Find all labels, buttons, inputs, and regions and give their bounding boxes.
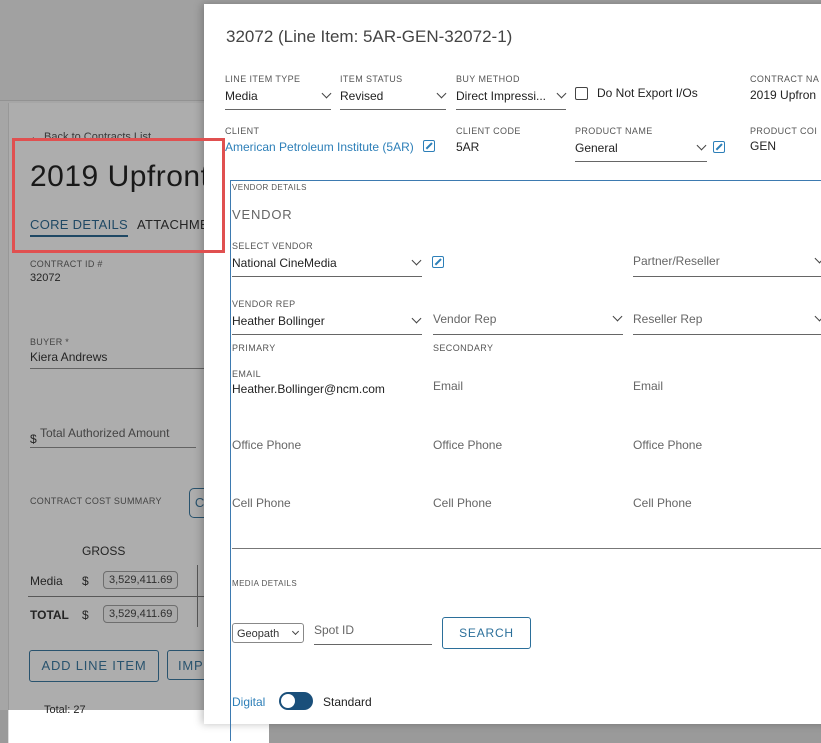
reseller-rep-placeholder: Reseller Rep — [633, 312, 703, 326]
chevron-down-icon — [291, 627, 300, 636]
vendor-section-divider — [232, 548, 821, 549]
open-vendor-external-icon[interactable] — [432, 256, 444, 268]
email-label: EMAIL — [232, 369, 262, 379]
spot-id-input[interactable]: Spot ID — [314, 621, 432, 645]
secondary-cell-phone-field[interactable]: Cell Phone — [433, 496, 492, 510]
client-label: CLIENT — [225, 126, 260, 136]
partner-reseller-placeholder: Partner/Reseller — [633, 254, 720, 268]
client-code-label: CLIENT CODE — [456, 126, 521, 136]
vendor-heading: VENDOR — [232, 207, 293, 222]
select-vendor-value: National CineMedia — [232, 256, 337, 270]
client-link[interactable]: American Petroleum Institute (5AR) — [225, 140, 414, 154]
standard-toggle-label: Standard — [323, 695, 372, 709]
reseller-office-phone-field[interactable]: Office Phone — [633, 438, 702, 452]
item-status-value: Revised — [340, 89, 384, 103]
select-vendor-label: SELECT VENDOR — [232, 241, 314, 251]
highlight-annotation-box — [12, 138, 225, 253]
chevron-down-icon — [411, 255, 422, 266]
product-code-label: PRODUCT COI — [750, 126, 818, 136]
buy-method-value: Direct Impressi... — [456, 89, 547, 103]
primary-cell-phone-field[interactable]: Cell Phone — [232, 496, 291, 510]
chevron-down-icon — [436, 88, 447, 99]
line-item-type-select[interactable]: Media — [225, 87, 332, 110]
do-not-export-label: Do Not Export I/Os — [597, 86, 698, 100]
select-vendor-dropdown[interactable]: National CineMedia — [232, 254, 422, 277]
digital-toggle-label: Digital — [232, 695, 266, 709]
measurement-source-value: Geopath — [237, 628, 280, 640]
chevron-down-icon — [814, 311, 821, 322]
modal-title: 32072 (Line Item: 5AR-GEN-32072-1) — [226, 27, 513, 46]
search-button[interactable]: SEARCH — [442, 617, 531, 649]
contract-name-value: 2019 Upfron — [750, 88, 817, 102]
buy-method-label: BUY METHOD — [456, 74, 520, 84]
secondary-label: SECONDARY — [433, 343, 494, 353]
vendor-details-label: VENDOR DETAILS — [232, 183, 307, 192]
spot-id-placeholder: Spot ID — [314, 623, 355, 637]
open-product-external-icon[interactable] — [713, 141, 725, 153]
chevron-down-icon — [696, 140, 707, 151]
contract-name-label: CONTRACT NA — [750, 74, 820, 84]
measurement-source-select[interactable]: Geopath — [232, 623, 304, 643]
secondary-office-phone-field[interactable]: Office Phone — [433, 438, 502, 452]
product-name-label: PRODUCT NAME — [575, 126, 653, 136]
product-name-value: General — [575, 141, 618, 155]
media-details-label: MEDIA DETAILS — [232, 579, 298, 588]
vendor-rep-select[interactable]: Heather Bollinger — [232, 312, 422, 335]
client-code-value: 5AR — [456, 140, 480, 154]
product-code-value: GEN — [750, 139, 777, 153]
vendor-rep-label: VENDOR REP — [232, 299, 296, 309]
line-item-modal: 32072 (Line Item: 5AR-GEN-32072-1) LINE … — [204, 4, 821, 741]
primary-office-phone-field[interactable]: Office Phone — [232, 438, 301, 452]
reseller-cell-phone-field[interactable]: Cell Phone — [633, 496, 692, 510]
primary-email-field[interactable]: Heather.Bollinger@ncm.com — [232, 382, 385, 396]
item-status-select[interactable]: Revised — [340, 87, 447, 110]
reseller-rep-select[interactable]: Reseller Rep — [633, 310, 821, 335]
chevron-down-icon — [411, 313, 422, 324]
vendor-rep-value: Heather Bollinger — [232, 314, 325, 328]
item-status-label: ITEM STATUS — [340, 74, 403, 84]
chevron-down-icon — [321, 88, 332, 99]
partner-reseller-select[interactable]: Partner/Reseller — [633, 252, 821, 277]
product-name-select[interactable]: General — [575, 139, 707, 162]
do-not-export-checkbox[interactable] — [575, 87, 588, 100]
secondary-vendor-rep-placeholder: Vendor Rep — [433, 312, 497, 326]
buy-method-select[interactable]: Direct Impressi... — [456, 87, 567, 110]
chevron-down-icon — [556, 88, 567, 99]
secondary-vendor-rep-select[interactable]: Vendor Rep — [433, 310, 623, 335]
line-item-type-value: Media — [225, 89, 258, 103]
open-client-external-icon[interactable] — [423, 140, 435, 152]
primary-label: PRIMARY — [232, 343, 276, 353]
secondary-email-field[interactable]: Email — [433, 379, 463, 393]
toggle-knob — [281, 694, 295, 708]
chevron-down-icon — [814, 253, 821, 264]
reseller-email-field[interactable]: Email — [633, 379, 663, 393]
digital-standard-toggle[interactable] — [279, 692, 313, 710]
chevron-down-icon — [612, 311, 623, 322]
line-item-type-label: LINE ITEM TYPE — [225, 74, 301, 84]
